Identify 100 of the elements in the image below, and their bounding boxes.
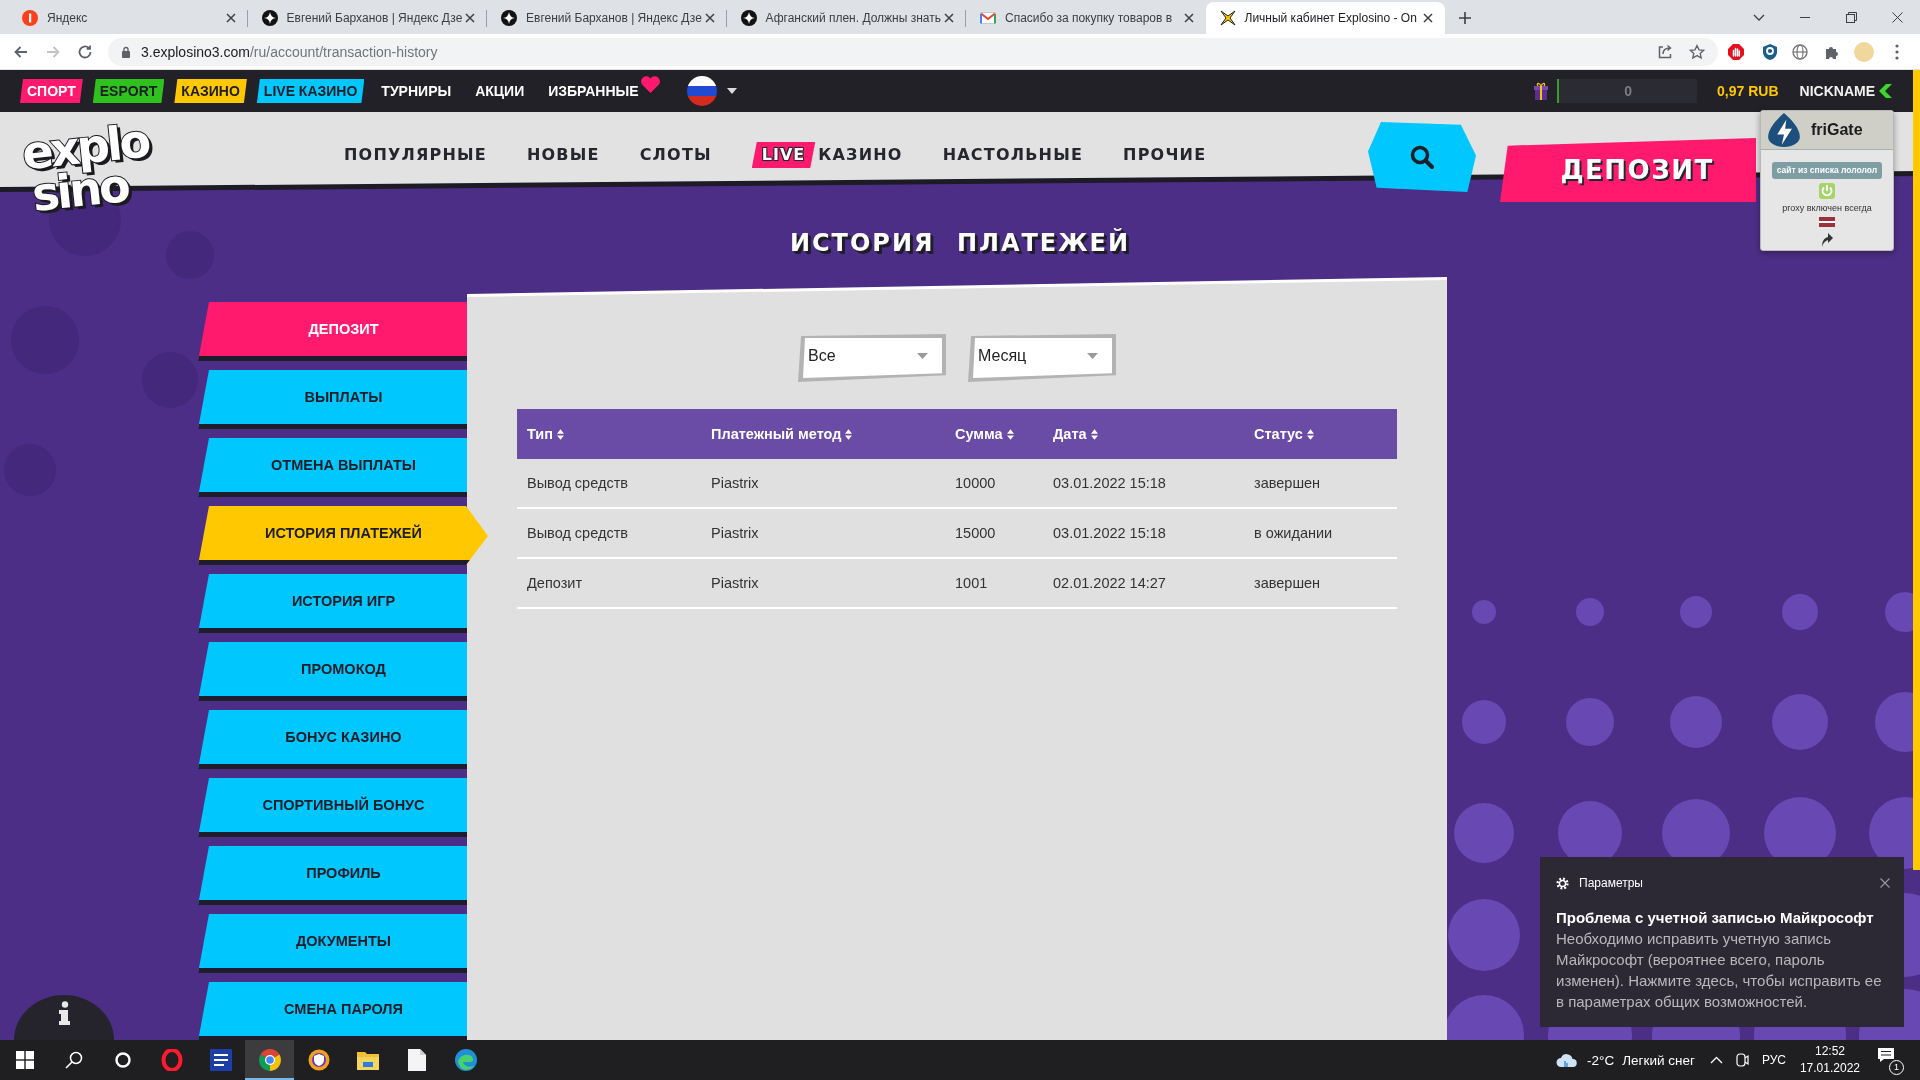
sidebar-item[interactable]: ДЕПОЗИТ	[198, 302, 467, 361]
nav-link[interactable]: ИЗБРАННЫЕ	[548, 79, 639, 103]
o-ring-icon	[160, 1049, 183, 1071]
close-icon[interactable]	[1183, 13, 1194, 23]
sort-icon	[1306, 428, 1314, 440]
nav-link[interactable]: АКЦИИ	[475, 79, 525, 103]
close-icon[interactable]	[944, 13, 954, 23]
star-circle-icon	[261, 10, 278, 26]
toast-notification[interactable]: Параметры Проблема с учетной записью Майкрософт Необходимо исправить учетную запись Майкрософт (вероятнее всего, пароль изменен). Нажмите здесь, чтобы исправить ее в параметрах общих возможностей.	[1540, 857, 1904, 1027]
sidebar-item[interactable]: ДОКУМЕНТЫ	[198, 914, 467, 973]
caret-icon	[1087, 352, 1098, 359]
share-icon[interactable]	[1657, 43, 1673, 60]
menu-icon[interactable]	[1895, 43, 1899, 60]
nav-link[interactable]: ПРОЧИЕ	[1123, 144, 1207, 166]
camera-icon[interactable]	[1735, 1053, 1749, 1067]
sidebar-item[interactable]: ОТМЕНА ВЫПЛАТЫ	[198, 438, 467, 497]
sidebar-item[interactable]: БОНУС КАЗИНО	[198, 710, 467, 769]
sidebar-item[interactable]: СМЕНА ПАРОЛЯ	[198, 982, 467, 1040]
sidebar-item[interactable]: ПРОФИЛЬ	[198, 846, 467, 905]
table-cell-text: завершен	[1253, 574, 1322, 593]
flag-icon	[1819, 217, 1835, 227]
segmented-circle-icon	[258, 1049, 281, 1071]
sort-icon	[1090, 428, 1098, 440]
nav-link[interactable]: СПОРТ	[20, 79, 83, 103]
globe-icon[interactable]	[1792, 43, 1808, 60]
lock-icon[interactable]	[121, 45, 131, 58]
gift-icon[interactable]	[1534, 81, 1549, 101]
taskbar-app-button[interactable]	[245, 1040, 294, 1080]
sidebar-item[interactable]: ПРОМОКОД	[198, 642, 467, 701]
sidebar-item[interactable]: ВЫПЛАТЫ	[198, 370, 467, 429]
nav-link[interactable]: LIVE КАЗИНО	[751, 142, 903, 168]
nav-link[interactable]: НАСТОЛЬНЫЕ	[942, 144, 1084, 166]
message-icon[interactable]	[1877, 1047, 1895, 1063]
lightning-icon	[1767, 113, 1801, 147]
chevron-down-icon[interactable]	[1753, 13, 1765, 21]
column-header[interactable]: Статус	[1244, 409, 1397, 459]
sidebar-item[interactable]: СПОРТИВНЫЙ БОНУС	[198, 778, 467, 837]
column-header[interactable]: Тип	[517, 409, 701, 459]
star-circle-icon	[740, 10, 757, 26]
browser-tab[interactable]: Афганский плен. Должны знать	[726, 2, 966, 34]
start-icon[interactable]	[15, 1051, 34, 1069]
proxy-note: proxy включен всегда	[1782, 203, 1872, 213]
stop-sign-icon[interactable]	[1728, 43, 1744, 60]
arrow-icon[interactable]	[1820, 231, 1834, 247]
gear-icon	[1556, 876, 1569, 890]
chevron-left-icon[interactable]	[1878, 84, 1892, 98]
browser-tab[interactable]: Личный кабинет Explosino - On	[1205, 2, 1445, 34]
bookmark-star-icon[interactable]	[1689, 43, 1705, 60]
sidebar-item[interactable]: ИСТОРИЯ ИГР	[198, 574, 467, 633]
restore-icon[interactable]	[1845, 11, 1857, 23]
deposit-button[interactable]: ДЕПОЗИТ	[1500, 138, 1756, 202]
close-icon[interactable]	[1880, 878, 1890, 888]
weather-text[interactable]: Легкий снег	[1622, 1052, 1695, 1068]
caret-icon[interactable]	[726, 88, 737, 94]
filter-dropdown[interactable]: Месяц	[968, 334, 1116, 382]
address-bar[interactable]: 3.explosino3.com/ru/account/transaction-history	[108, 37, 1718, 66]
search-icon	[1409, 144, 1435, 170]
circle-logo-icon	[22, 10, 38, 26]
url-text: 3.explosino3.com/ru/account/transaction-history	[141, 43, 438, 60]
info-icon	[58, 1001, 70, 1025]
reload-icon[interactable]	[77, 43, 93, 60]
close-icon[interactable]	[465, 13, 475, 23]
nav-link[interactable]: НОВЫЕ	[526, 144, 600, 166]
notification-count-badge: 1	[1889, 1060, 1904, 1075]
column-header[interactable]: Дата	[1043, 409, 1244, 459]
column-header[interactable]: Сумма	[945, 409, 1043, 459]
shield-icon[interactable]	[1762, 43, 1778, 60]
close-icon[interactable]	[1423, 13, 1433, 23]
browser-tab[interactable]: Яндекс	[8, 2, 248, 34]
filter-dropdown[interactable]: Все	[798, 334, 946, 382]
nav-link[interactable]: СЛОТЫ	[639, 144, 712, 166]
sidebar-item[interactable]: ИСТОРИЯ ПЛАТЕЖЕЙ	[198, 506, 488, 565]
nav-link[interactable]: КАЗИНО	[174, 79, 247, 103]
flag-icon[interactable]	[686, 76, 717, 106]
nav-link[interactable]: ESPORT	[92, 79, 165, 103]
language-indicator[interactable]: РУС	[1761, 1053, 1786, 1067]
table-cell-text: в ожидании	[1253, 524, 1334, 543]
table-cell-text: Вывод средств	[526, 474, 629, 493]
browser-tab[interactable]: Евгений Барханов | Яндекс Дзе	[487, 2, 727, 34]
points-counter: 0	[1557, 79, 1698, 103]
plus-icon[interactable]	[1459, 12, 1471, 24]
nav-link[interactable]: ПОПУЛЯРНЫЕ	[344, 144, 487, 166]
clock-time[interactable]: 12:52	[1814, 1043, 1845, 1060]
cloud-icon[interactable]	[1556, 1052, 1579, 1068]
chevron-up-icon[interactable]	[1709, 1056, 1723, 1064]
close-window-icon[interactable]	[1891, 11, 1903, 23]
ring-icon[interactable]	[114, 1052, 131, 1068]
logo-link[interactable]: explo sino	[16, 118, 155, 220]
search-icon[interactable]	[64, 1051, 83, 1069]
nav-link[interactable]: ТУРНИРЫ	[381, 79, 452, 103]
browser-tab[interactable]: Евгений Барханов | Яндекс Дзе	[247, 2, 487, 34]
column-header[interactable]: Платежный метод	[701, 409, 945, 459]
close-icon[interactable]	[225, 13, 236, 23]
nickname-link[interactable]: NICKNAME	[1799, 83, 1875, 99]
close-icon[interactable]	[704, 13, 715, 23]
nav-link[interactable]: LIVE КАЗИНО	[256, 79, 365, 103]
weather-temperature[interactable]: -2°C	[1587, 1052, 1615, 1068]
minimize-icon[interactable]	[1800, 16, 1810, 18]
browser-tab[interactable]: Спасибо за покупку товаров в	[966, 2, 1206, 34]
clock-date[interactable]: 17.01.2022	[1799, 1060, 1860, 1077]
